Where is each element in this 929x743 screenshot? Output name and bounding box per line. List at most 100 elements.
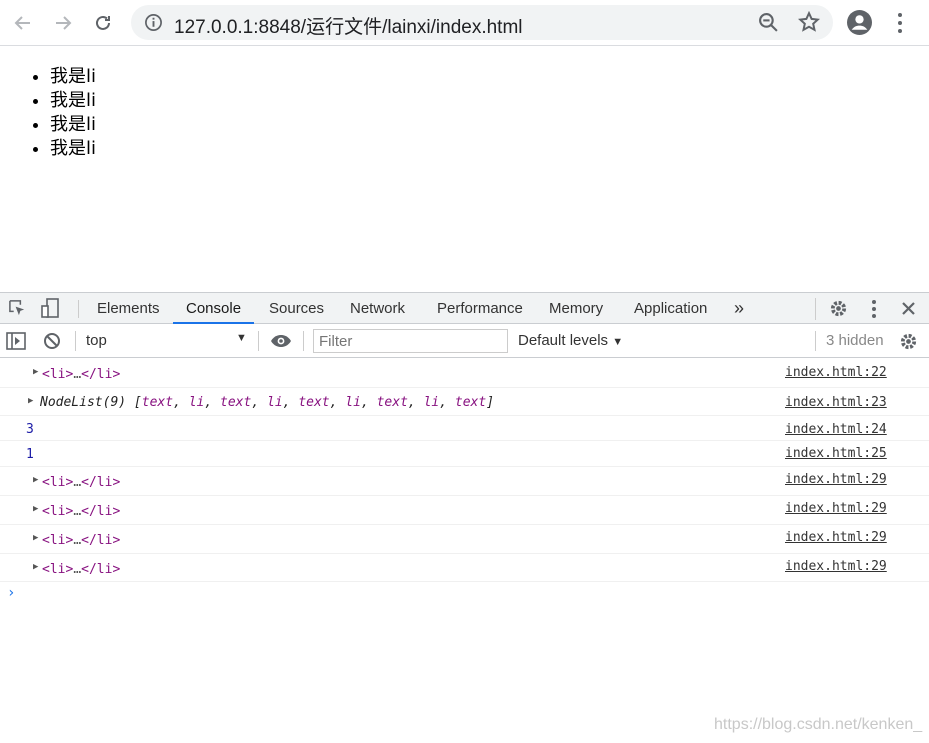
- tab-application[interactable]: Application: [634, 293, 707, 324]
- li-list: 我是li 我是li 我是li 我是li: [50, 65, 96, 161]
- nodelist-item: text: [376, 395, 408, 410]
- expand-triangle-icon[interactable]: ▶: [28, 396, 33, 406]
- tab-console[interactable]: Console: [173, 293, 255, 324]
- live-expression-eye-icon[interactable]: [270, 334, 292, 348]
- expand-triangle-icon[interactable]: ▶: [33, 562, 38, 572]
- console-row: 1 index.html:25: [0, 441, 929, 467]
- list-item: 我是li: [50, 137, 96, 161]
- source-link[interactable]: index.html:29: [785, 501, 887, 516]
- console-row[interactable]: ▶ <li>…</li> index.html:29: [0, 525, 929, 554]
- devtools-panel: Elements Console Sources Network Perform…: [0, 292, 929, 743]
- li-close-tag: </li>: [81, 562, 121, 577]
- li-open-tag: <li>: [42, 533, 74, 548]
- console-toolbar: top ▼ Default levels ▼ 3 hidden: [0, 324, 929, 358]
- tab-performance[interactable]: Performance: [437, 293, 523, 324]
- forward-button[interactable]: [49, 9, 77, 37]
- sidebar-toggle-icon[interactable]: [6, 332, 26, 350]
- divider: [78, 300, 79, 318]
- nodelist-item: li: [188, 395, 205, 410]
- ellipsis: …: [73, 533, 82, 548]
- close-devtools-icon[interactable]: [901, 301, 916, 316]
- source-link[interactable]: index.html:25: [785, 446, 887, 461]
- context-selector[interactable]: top: [86, 332, 107, 349]
- divider: [303, 331, 304, 351]
- zoom-icon[interactable]: [758, 12, 779, 33]
- context-dropdown-arrow-icon[interactable]: ▼: [236, 332, 247, 344]
- ellipsis: …: [73, 562, 82, 577]
- ellipsis: …: [73, 367, 82, 382]
- back-arrow-icon: [14, 16, 30, 30]
- console-row[interactable]: ▶ NodeList(9) [text, li, text, li, text,…: [0, 388, 929, 416]
- console-number: 3: [26, 422, 34, 437]
- clear-console-icon[interactable]: [43, 332, 61, 350]
- li-open-tag: <li>: [42, 504, 74, 519]
- expand-triangle-icon[interactable]: ▶: [33, 367, 38, 377]
- li-open-tag: <li>: [42, 367, 74, 382]
- default-levels-label: Default levels: [518, 332, 609, 349]
- divider: [815, 298, 816, 320]
- expand-triangle-icon[interactable]: ▶: [33, 533, 38, 543]
- devtools-tab-bar: Elements Console Sources Network Perform…: [0, 293, 929, 324]
- console-row[interactable]: ▶ <li>…</li> index.html:29: [0, 496, 929, 525]
- list-item: 我是li: [50, 113, 96, 137]
- bookmark-star-icon[interactable]: [798, 11, 820, 33]
- profile-avatar-icon[interactable]: [847, 10, 872, 35]
- expand-triangle-icon[interactable]: ▶: [33, 475, 38, 485]
- source-link[interactable]: index.html:29: [785, 530, 887, 545]
- ellipsis: …: [73, 504, 82, 519]
- expand-triangle-icon[interactable]: ▶: [33, 504, 38, 514]
- devtools-menu-icon[interactable]: [868, 299, 880, 319]
- li-open-tag: <li>: [42, 475, 74, 490]
- default-levels-dropdown[interactable]: Default levels ▼: [518, 332, 623, 349]
- console-prompt-icon[interactable]: ›: [7, 585, 15, 601]
- back-button[interactable]: [9, 9, 37, 37]
- settings-gear-icon[interactable]: [829, 299, 848, 318]
- console-row[interactable]: ▶ <li>…</li> index.html:22: [0, 359, 929, 388]
- source-link[interactable]: index.html:22: [785, 365, 887, 380]
- reload-button[interactable]: [89, 9, 117, 37]
- ellipsis: …: [73, 475, 82, 490]
- nodelist-item: li: [267, 395, 283, 410]
- tab-memory[interactable]: Memory: [549, 293, 603, 324]
- li-close-tag: </li>: [81, 475, 121, 490]
- console-settings-gear-icon[interactable]: [899, 332, 918, 351]
- nodelist-item: text: [454, 395, 487, 410]
- list-item: 我是li: [50, 65, 96, 89]
- address-bar[interactable]: 127.0.0.1:8848/运行文件/lainxi/index.html: [131, 5, 833, 40]
- browser-menu-icon[interactable]: [891, 11, 909, 35]
- site-info-icon[interactable]: [144, 13, 163, 32]
- console-row: 3 index.html:24: [0, 416, 929, 441]
- source-link[interactable]: index.html:24: [785, 422, 887, 437]
- tab-sources[interactable]: Sources: [269, 293, 324, 324]
- li-close-tag: </li>: [81, 367, 121, 382]
- console-row[interactable]: ▶ <li>…</li> index.html:29: [0, 467, 929, 496]
- watermark: https://blog.csdn.net/kenken_: [714, 716, 923, 733]
- hidden-count: 3 hidden: [826, 332, 884, 349]
- nodelist-item: li: [345, 395, 361, 410]
- page-content: 我是li 我是li 我是li 我是li: [0, 46, 929, 292]
- console-prompt-row[interactable]: ›: [0, 582, 929, 608]
- inspect-element-icon[interactable]: [8, 299, 27, 318]
- source-link[interactable]: index.html:23: [785, 395, 887, 410]
- forward-arrow-icon: [56, 16, 72, 30]
- device-toolbar-icon[interactable]: [40, 298, 60, 319]
- source-link[interactable]: index.html:29: [785, 559, 887, 574]
- li-close-tag: </li>: [81, 533, 121, 548]
- more-tabs-button[interactable]: »: [734, 293, 744, 324]
- console-row[interactable]: ▶ <li>…</li> index.html:29: [0, 554, 929, 582]
- reload-icon: [96, 15, 110, 30]
- list-item: 我是li: [50, 89, 96, 113]
- console-messages: ▶ <li>…</li> index.html:22 ▶ NodeList(9)…: [0, 359, 929, 608]
- filter-input[interactable]: [313, 329, 508, 353]
- source-link[interactable]: index.html:29: [785, 472, 887, 487]
- console-number: 1: [26, 447, 34, 462]
- li-close-tag: </li>: [81, 504, 121, 519]
- nodelist-item: text: [220, 395, 252, 410]
- nodelist-suffix: ]: [486, 395, 495, 410]
- nodelist-prefix: NodeList(9) [: [40, 395, 142, 410]
- tab-network[interactable]: Network: [350, 293, 405, 324]
- browser-toolbar: 127.0.0.1:8848/运行文件/lainxi/index.html: [0, 0, 929, 46]
- tab-elements[interactable]: Elements: [97, 293, 160, 324]
- url-text[interactable]: 127.0.0.1:8848/运行文件/lainxi/index.html: [174, 12, 523, 39]
- divider: [75, 331, 76, 351]
